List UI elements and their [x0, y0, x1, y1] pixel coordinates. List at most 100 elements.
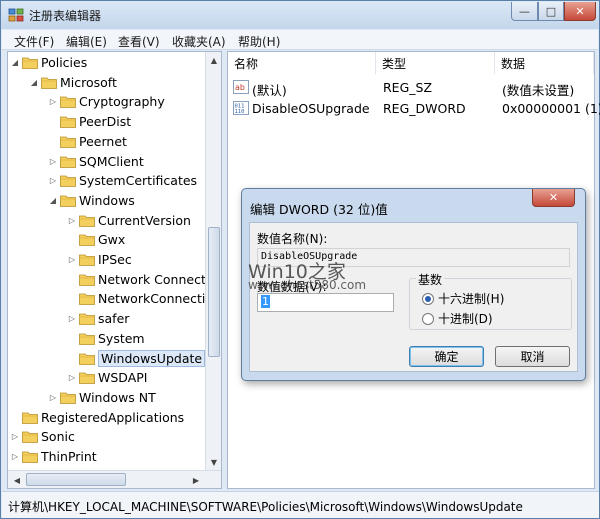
expanded-arrow-icon[interactable]: ◢ [29, 78, 39, 87]
tree-item-label: Windows NT [79, 389, 156, 405]
tree-item[interactable]: ▷ Sonic [10, 427, 75, 446]
radio-decimal[interactable]: 十进制(D) [422, 310, 493, 327]
folder-icon [22, 56, 38, 69]
tree-item[interactable]: ▷ IPSec [67, 250, 132, 269]
maximize-button[interactable]: □ [538, 2, 564, 21]
menu-file[interactable]: 文件(F) [14, 33, 54, 50]
tree-item[interactable]: System [67, 329, 145, 348]
tree-item-label: SystemCertificates [79, 173, 198, 189]
tree-item[interactable]: ◢ Microsoft [29, 73, 117, 92]
radio-hexadecimal[interactable]: 十六进制(H) [422, 290, 504, 307]
collapsed-arrow-icon[interactable]: ▷ [10, 452, 20, 461]
tree-item[interactable]: ◢ Windows [48, 191, 135, 210]
radio-hexadecimal-label: 十六进制(H) [438, 292, 505, 306]
close-button[interactable]: ✕ [564, 2, 596, 21]
expanded-arrow-icon[interactable]: ◢ [48, 196, 58, 205]
title-bar[interactable]: 注册表编辑器 — □ ✕ [1, 1, 599, 29]
menu-edit[interactable]: 编辑(E) [66, 33, 107, 50]
ok-button[interactable]: 确定 [409, 346, 484, 367]
folder-icon [41, 76, 57, 89]
tree-item[interactable]: NetworkConnectiv [67, 289, 213, 308]
tree-item[interactable]: Gwx [67, 230, 125, 249]
menu-bar: 文件(F) 编辑(E) 查看(V) 收藏夹(A) 帮助(H) [2, 30, 598, 50]
collapsed-arrow-icon[interactable]: ▷ [48, 97, 58, 106]
dialog-close-button[interactable]: ✕ [532, 189, 575, 207]
tree-vertical-scroll-thumb[interactable] [208, 227, 220, 357]
radio-selected-icon[interactable] [422, 292, 434, 305]
tree-horizontal-scroll-thumb[interactable] [26, 473, 126, 486]
tree-item[interactable]: Network Connecti [67, 270, 209, 289]
column-header-type[interactable]: 类型 [376, 52, 495, 74]
tree-item-label: Policies [41, 55, 88, 70]
tree-item-label: safer [98, 311, 130, 327]
folder-icon [22, 450, 38, 463]
tree-item-label: RegisteredApplications [41, 409, 185, 425]
scroll-down-icon[interactable]: ▼ [206, 454, 221, 470]
menu-help[interactable]: 帮助(H) [238, 33, 280, 50]
tree-item[interactable]: ▷ Cryptography [48, 92, 165, 111]
tree-item-label: Microsoft [60, 74, 117, 90]
tree-item-label: Sonic [41, 429, 75, 445]
tree-item[interactable]: RegisteredApplications [10, 408, 184, 427]
value-name: DisableOSUpgrade [252, 101, 370, 116]
scroll-left-icon[interactable]: ◀ [9, 472, 25, 488]
scroll-right-icon[interactable]: ▶ [188, 472, 204, 488]
tree-item-label: Cryptography [79, 94, 165, 110]
collapsed-arrow-icon[interactable]: ▷ [67, 216, 77, 225]
watermark-url: www.ghost580.com [248, 278, 367, 292]
menu-favorites[interactable]: 收藏夹(A) [172, 33, 226, 50]
collapsed-arrow-icon[interactable]: ▷ [67, 373, 77, 382]
folder-icon [79, 214, 95, 227]
window-title: 注册表编辑器 [29, 9, 102, 23]
value-data-field[interactable]: 1 [257, 293, 394, 312]
tree-item[interactable]: ◢ Policies [10, 53, 87, 72]
tree-item[interactable]: ▷ WSDAPI [67, 368, 148, 387]
value-name-label: 数值名称(N): [257, 232, 328, 246]
value-data: 0x00000001 (1) [502, 101, 600, 116]
tree-item[interactable]: ▷ ThinPrint [10, 447, 97, 466]
tree-item[interactable]: ▷ safer [67, 309, 129, 328]
tree-item[interactable]: ▷ Windows NT [48, 388, 156, 407]
tree-item[interactable]: ▷ CurrentVersion [67, 211, 191, 230]
registry-editor-icon [8, 8, 24, 22]
folder-icon [79, 233, 95, 247]
svg-text:ab: ab [235, 83, 245, 92]
column-header-name[interactable]: 名称 [228, 52, 376, 74]
scroll-up-icon[interactable]: ▲ [206, 52, 221, 68]
minimize-button[interactable]: — [511, 2, 538, 21]
tree-item-label: PeerDist [79, 114, 132, 130]
tree-horizontal-scrollbar[interactable]: ◀ ▶ [8, 470, 221, 488]
folder-icon [60, 135, 76, 148]
folder-icon [60, 194, 76, 207]
dword-value-icon: 011 110 [233, 101, 249, 115]
registry-key-tree: ◢ Policies ◢ Microsoft ▷ Cryptography PeerDist… [7, 51, 222, 489]
svg-text:110: 110 [235, 109, 245, 115]
tree-item-label: NetworkConnectiv [98, 291, 213, 307]
collapsed-arrow-icon[interactable]: ▷ [48, 393, 58, 402]
tree-item-label: Gwx [98, 232, 126, 248]
value-row[interactable]: ab (默认) REG_SZ (数值未设置) [228, 77, 594, 98]
folder-icon [79, 371, 95, 385]
status-bar: 计算机\HKEY_LOCAL_MACHINE\SOFTWARE\Policies… [2, 491, 599, 518]
tree-item[interactable]: ▷ SystemCertificates [48, 171, 197, 190]
collapsed-arrow-icon[interactable]: ▷ [48, 157, 58, 166]
collapsed-arrow-icon[interactable]: ▷ [48, 176, 58, 185]
tree-item[interactable]: Peernet [48, 132, 127, 151]
tree-item-label: SQMClient [79, 153, 144, 169]
folder-icon [79, 312, 95, 325]
tree-item-label: Network Connecti [98, 271, 210, 287]
tree-vertical-scrollbar[interactable]: ▲ ▼ [205, 52, 221, 470]
expanded-arrow-icon[interactable]: ◢ [10, 58, 20, 67]
collapsed-arrow-icon[interactable]: ▷ [10, 432, 20, 441]
tree-item[interactable]: PeerDist [48, 112, 131, 131]
menu-view[interactable]: 查看(V) [118, 33, 160, 50]
tree-item[interactable]: ▷ SQMClient [48, 152, 144, 171]
column-header-data[interactable]: 数据 [495, 52, 594, 74]
collapsed-arrow-icon[interactable]: ▷ [67, 255, 77, 264]
value-row[interactable]: 011 110 DisableOSUpgrade REG_DWORD 0x000… [228, 98, 600, 118]
radio-unselected-icon[interactable] [422, 312, 434, 325]
collapsed-arrow-icon[interactable]: ▷ [67, 314, 77, 323]
tree-item[interactable]: WindowsUpdate [67, 349, 206, 368]
folder-icon [79, 352, 95, 365]
cancel-button[interactable]: 取消 [495, 346, 570, 367]
